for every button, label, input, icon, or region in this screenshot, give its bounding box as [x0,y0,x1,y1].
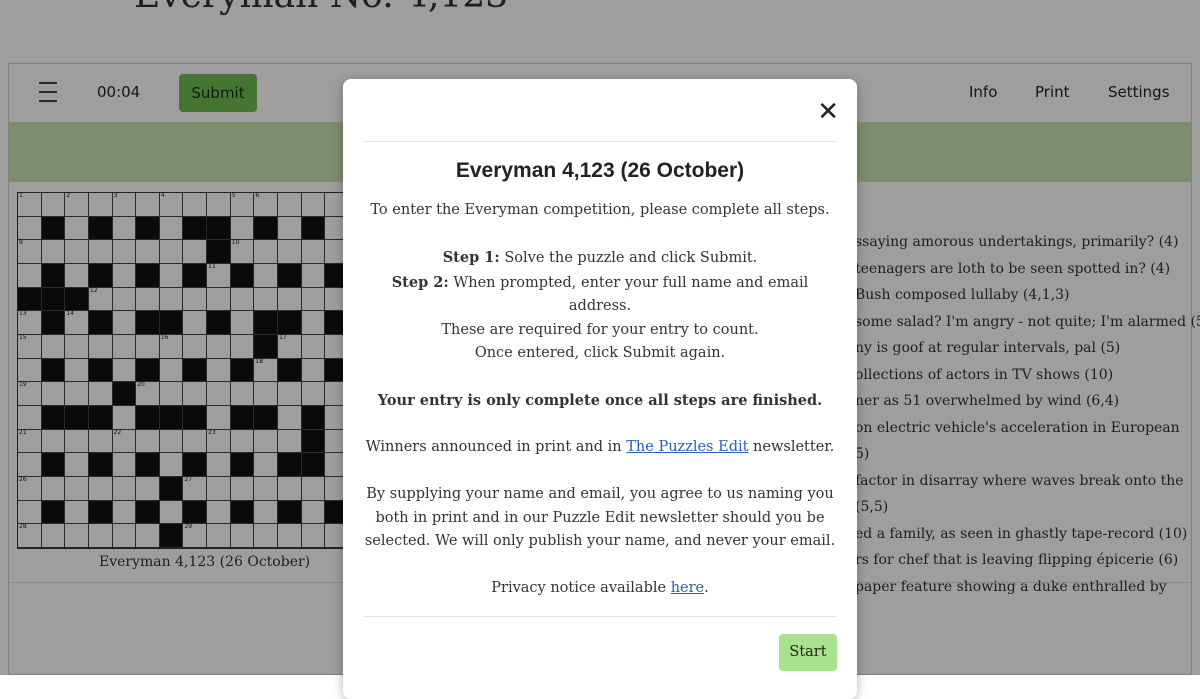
divider [363,616,837,617]
entered-text: Once entered, click Submit again. [474,345,726,361]
divider [363,141,837,142]
consent-line-1: By supplying your name and email, you ag… [366,486,834,502]
privacy-text: Privacy notice available here. [363,577,837,601]
puzzles-edit-link[interactable]: The Puzzles Edit [626,439,748,455]
step-1-label: Step 1: [442,249,500,266]
privacy-prefix: Privacy notice available [491,580,671,596]
winners-text: Winners announced in print and in The Pu… [363,436,837,460]
step-2: Step 2: When prompted, enter your full n… [363,271,837,319]
consent-line-2: both in print and in our Puzzle Edit new… [375,509,825,526]
winners-prefix: Winners announced in print and in [365,439,627,455]
close-icon[interactable]: ✕ [817,99,839,125]
required-text: These are required for your entry to cou… [441,321,759,338]
modal-body: To enter the Everyman competition, pleas… [363,199,837,601]
intro-text: To enter the Everyman competition, pleas… [370,202,830,218]
modal-title: Everyman 4,123 (26 October) [455,159,745,182]
step-2-label: Step 2: [391,273,449,291]
step-2-text: When prompted, enter your full name and … [448,274,809,315]
complete-text: Your entry is only complete once all ste… [377,392,823,409]
start-button[interactable]: Start [779,634,837,671]
winners-suffix: newsletter. [748,439,835,455]
step-1-text: Solve the puzzle and click Submit. [499,250,758,266]
privacy-link[interactable]: here [671,580,704,596]
privacy-suffix: . [704,580,709,596]
step-1: Step 1: Solve the puzzle and click Submi… [363,246,837,271]
consent-line-3: selected. We will only publish your name… [364,533,836,549]
competition-modal: ✕ Everyman 4,123 (26 October) To enter t… [343,79,857,699]
